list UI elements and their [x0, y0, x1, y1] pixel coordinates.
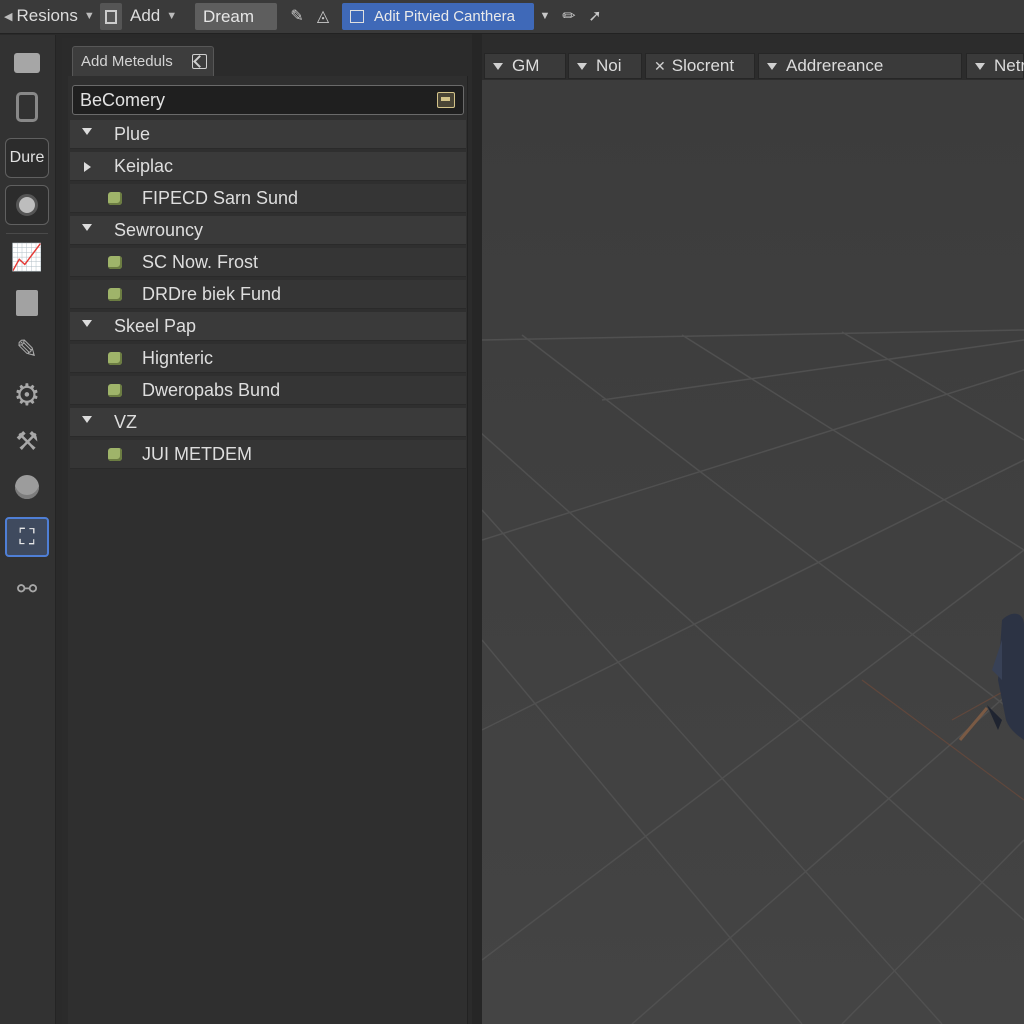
chevron-down-icon: ▼ [166, 10, 178, 22]
camera-selector-label: Adit Pitvied Canthera [374, 8, 515, 25]
add-icon[interactable] [100, 3, 122, 30]
tree-item-label: JUI METDEM [142, 443, 252, 464]
collapse-arrow-icon[interactable] [84, 162, 91, 172]
viewport-header: GM Noi ✕ Slocrent Addrereance Netr [482, 34, 1024, 80]
chevron-down-icon: ▼ [83, 10, 95, 22]
document-icon[interactable] [5, 283, 49, 323]
object-icon [108, 352, 122, 365]
pen-icon[interactable]: ✎ [5, 329, 49, 369]
top-menu-bar: ◀ Resions ▼ Add ▼ Dream ✎ ◬ Adit Pitvied… [0, 0, 1024, 34]
tree-item[interactable]: Hignteric [70, 344, 466, 373]
tree-item[interactable]: JUI METDEM [70, 440, 466, 469]
viewport-grid [482, 80, 1024, 1024]
addrereance-dropdown[interactable]: Addrereance [758, 53, 962, 79]
dure-tool-button[interactable]: Dure [5, 138, 49, 178]
left-toolbar: Dure 📈 ✎ ⚙ ⚒ ⛶ ⚯ [0, 35, 56, 1024]
object-icon [108, 384, 122, 397]
slocrent-dropdown[interactable]: ✕ Slocrent [645, 53, 755, 79]
menu-dream-label: Dream [203, 6, 255, 26]
tree-item-label: DRDre biek Fund [142, 283, 282, 304]
3d-viewport[interactable] [482, 80, 1024, 1024]
tree-group[interactable]: Plue [70, 120, 466, 149]
outliner-body: BeComery Plue Keiplac FIPECD Sarn Sund S… [68, 76, 468, 1024]
gm-dropdown[interactable]: GM [484, 53, 566, 79]
monitor-icon[interactable] [5, 43, 49, 83]
menu-resions-label: Resions [16, 6, 78, 25]
netr-dropdown-label: Netr [994, 56, 1024, 75]
outliner-tab[interactable]: Add Meteduls [72, 46, 214, 76]
tree-item[interactable]: FIPECD Sarn Sund [70, 184, 466, 213]
object-icon [108, 192, 122, 205]
netr-dropdown[interactable]: Netr [966, 53, 1024, 79]
expand-arrow-icon[interactable] [82, 128, 92, 135]
tree-item[interactable]: Dweropabs Bund [70, 376, 466, 405]
camera-selector[interactable]: Adit Pitvied Canthera [342, 3, 534, 30]
tree-group-label: VZ [114, 411, 138, 432]
expand-arrow-icon[interactable] [82, 224, 92, 231]
dure-tool-label: Dure [9, 149, 45, 166]
tree-group[interactable]: VZ [70, 408, 466, 437]
menu-resions[interactable]: ◀ Resions ▼ [4, 3, 95, 29]
tree-item[interactable]: DRDre biek Fund [70, 280, 466, 309]
gear-icon[interactable]: ⚙ [5, 375, 49, 415]
chevron-down-icon [493, 62, 503, 70]
expand-arrow-icon[interactable] [82, 320, 92, 327]
menu-add-label: Add [130, 6, 161, 25]
chevron-down-icon [975, 62, 985, 70]
tree-group[interactable]: Keiplac [70, 152, 466, 181]
camera-icon [350, 10, 364, 23]
gm-dropdown-label: GM [512, 56, 540, 75]
hammer-icon[interactable]: ⚒ [5, 421, 49, 461]
pin-icon[interactable] [192, 54, 207, 69]
panel-splitter[interactable] [472, 34, 482, 1024]
outliner-panel: Add Meteduls BeComery Plue Keiplac FIPEC… [62, 38, 472, 1024]
object-icon [108, 256, 122, 269]
object-icon [108, 288, 122, 301]
graph-icon[interactable]: 📈 [5, 237, 49, 277]
tree-item-label: Dweropabs Bund [142, 379, 281, 400]
tree-item-label: Hignteric [142, 347, 214, 368]
outliner-tab-label: Add Meteduls [81, 53, 173, 70]
pencil-icon[interactable]: ✏ [558, 5, 580, 27]
tree-group[interactable]: Skeel Pap [70, 312, 466, 341]
tree-group[interactable]: Sewrouncy [70, 216, 466, 245]
menu-add[interactable]: Add ▼ [130, 3, 177, 29]
search-input-value: BeComery [80, 89, 166, 110]
tree-group-label: Plue [114, 123, 151, 144]
select-transform-icon[interactable]: ⛶ [5, 517, 49, 557]
slocrent-dropdown-label: Slocrent [671, 56, 735, 75]
bone-icon[interactable]: ⚯ [5, 569, 49, 609]
addrereance-dropdown-label: Addrereance [786, 56, 884, 75]
disc-icon[interactable] [5, 467, 49, 507]
menu-left-caret-icon: ◀ [4, 10, 13, 23]
drop-icon[interactable]: ◬ [312, 5, 334, 27]
search-input[interactable]: BeComery [72, 85, 464, 115]
noi-dropdown[interactable]: Noi [568, 53, 642, 79]
chevron-down-icon [577, 62, 587, 70]
pointer-icon[interactable]: ➚ [584, 5, 606, 27]
tree-group-label: Keiplac [114, 155, 174, 176]
user-icon[interactable] [5, 185, 49, 225]
tree-item-label: SC Now. Frost [142, 251, 259, 272]
brush-icon[interactable]: ✎ [286, 5, 308, 27]
cylinder-icon[interactable] [5, 87, 49, 127]
menu-dream[interactable]: Dream [195, 3, 277, 30]
close-icon: ✕ [654, 57, 666, 74]
noi-dropdown-label: Noi [596, 56, 622, 75]
tree-item-label: FIPECD Sarn Sund [142, 187, 299, 208]
object-icon [108, 448, 122, 461]
chevron-down-icon[interactable]: ▼ [534, 5, 556, 27]
toolbar-divider [6, 233, 48, 234]
tree-item[interactable]: SC Now. Frost [70, 248, 466, 277]
tree-group-label: Sewrouncy [114, 219, 204, 240]
chevron-down-icon [767, 62, 777, 70]
filter-icon[interactable] [437, 92, 455, 108]
expand-arrow-icon[interactable] [82, 416, 92, 423]
tree-group-label: Skeel Pap [114, 315, 197, 336]
